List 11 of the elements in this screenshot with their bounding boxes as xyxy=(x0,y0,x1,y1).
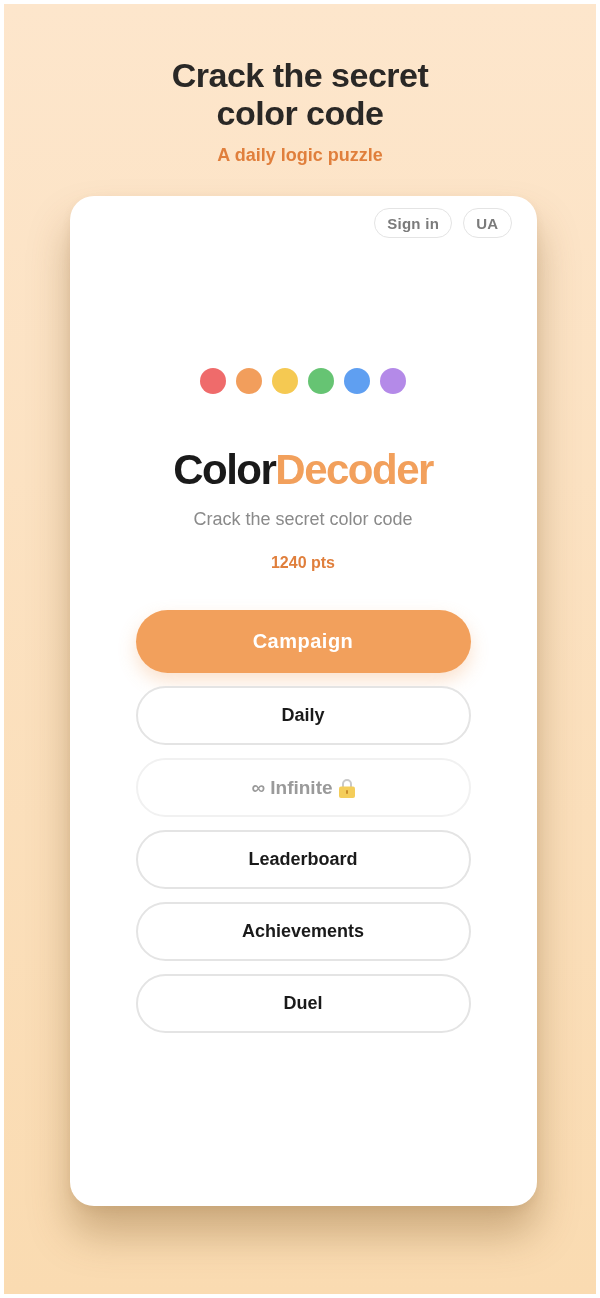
mode-button[interactable]: Achievements xyxy=(135,902,471,961)
app-title: ColorDecoder xyxy=(173,445,433,495)
tagline: Crack the secret color code xyxy=(193,508,413,530)
mode-button[interactable]: Daily xyxy=(135,686,471,745)
subtitle: A daily logic puzzle xyxy=(217,144,383,166)
mode-button[interactable]: Duel xyxy=(135,974,471,1033)
pill-button[interactable]: UA xyxy=(463,208,512,238)
points-score: 1240 pts xyxy=(270,553,335,573)
headline: Crack the secret color code xyxy=(170,56,430,132)
pill-button[interactable]: Sign in xyxy=(374,208,453,238)
mode-button[interactable]: Leaderboard xyxy=(135,830,471,889)
